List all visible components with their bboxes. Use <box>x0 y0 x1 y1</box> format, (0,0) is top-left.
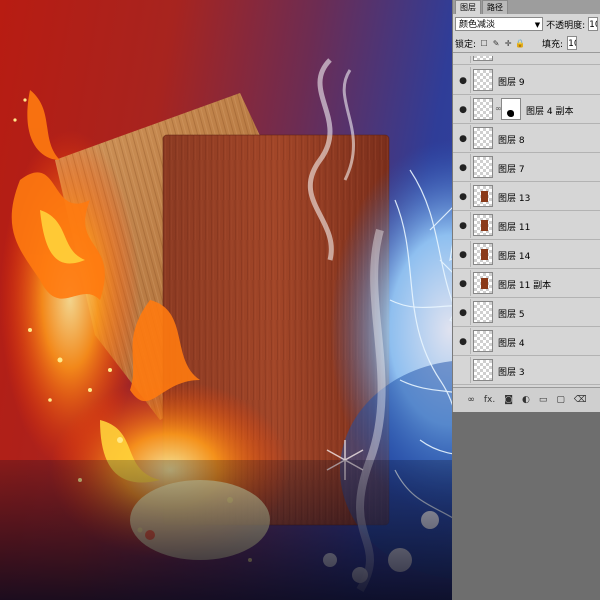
layer-thumbnail <box>473 98 493 120</box>
layer-row[interactable]: ● 图层 11 副本 <box>453 269 600 298</box>
layer-row-partial[interactable] <box>453 56 600 65</box>
eye-icon: ● <box>459 279 467 289</box>
blend-row: 颜色减淡 ▼ 不透明度: 10 <box>453 14 600 34</box>
panel-tabs: 图层 路径 <box>453 0 600 14</box>
eye-icon: ● <box>459 105 467 115</box>
eye-icon: ● <box>459 163 467 173</box>
layer-row[interactable]: ● 图层 8 <box>453 124 600 153</box>
visibility-toggle[interactable]: ● <box>454 241 471 267</box>
layer-name: 图层 11 <box>498 223 531 233</box>
visibility-toggle[interactable]: ● <box>454 270 471 296</box>
layers-list: ● 图层 9 ● ∞ 图层 4 副本 ● 图层 8 ● 图层 7 ● 图层 13 ● 图层 11 ● 图层 … <box>453 56 600 388</box>
thumbnail-board-content <box>481 191 488 202</box>
layer-row[interactable]: ● 图层 11 <box>453 211 600 240</box>
eye-icon: ● <box>459 76 467 86</box>
visibility-toggle[interactable]: ● <box>454 67 471 93</box>
layer-row[interactable]: ● 图层 5 <box>453 298 600 327</box>
lock-all-icon[interactable]: 🔒 <box>515 39 525 48</box>
eye-icon: ● <box>459 308 467 318</box>
thumbnail-board-content <box>481 249 488 260</box>
layer-thumbnail <box>473 243 493 265</box>
layer-row[interactable]: ● 图层 7 <box>453 153 600 182</box>
layer-thumbnail <box>473 156 493 178</box>
layer-thumbnail <box>473 272 493 294</box>
opacity-label: 不透明度: <box>546 20 586 31</box>
new-layer-icon[interactable]: ▢ <box>556 395 565 405</box>
layer-row[interactable]: ● ∞ 图层 4 副本 <box>453 95 600 124</box>
layer-row[interactable]: ● 图层 9 <box>453 66 600 95</box>
workspace-background <box>452 412 600 600</box>
layer-name: 图层 4 <box>498 339 525 349</box>
layer-thumbnail <box>473 69 493 91</box>
layer-thumbnail <box>473 56 493 61</box>
layer-name: 图层 4 副本 <box>526 107 574 117</box>
lock-position-icon[interactable]: ✛ <box>504 39 512 48</box>
link-icon[interactable]: ∞ <box>467 395 475 405</box>
lock-image-pixels-icon[interactable]: ✎ <box>492 39 500 48</box>
layer-thumbnail <box>473 330 493 352</box>
layer-mask-thumbnail[interactable] <box>501 98 521 120</box>
layer-name: 图层 8 <box>498 136 525 146</box>
trash-icon[interactable]: ⌫ <box>574 395 587 405</box>
mask-icon[interactable]: ◙ <box>504 395 513 405</box>
layer-row[interactable]: ● 图层 13 <box>453 182 600 211</box>
thumbnail-board-content <box>481 278 488 289</box>
layer-name: 图层 3 <box>498 368 525 378</box>
visibility-toggle[interactable]: ● <box>454 183 471 209</box>
layer-thumbnail <box>473 214 493 236</box>
layer-row[interactable]: ● 图层 4 <box>453 327 600 356</box>
visibility-toggle[interactable]: ● <box>454 357 471 383</box>
layers-bottom-bar: ∞ fx. ◙ ◐ ▭ ▢ ⌫ <box>453 387 600 412</box>
mask-shape <box>507 110 514 117</box>
layer-thumbnail <box>473 301 493 323</box>
lock-row: 锁定: ☐ ✎ ✛ 🔒 填充: 10 <box>453 34 600 53</box>
eye-icon: ● <box>459 192 467 202</box>
layer-name: 图层 5 <box>498 310 525 320</box>
fx-icon[interactable]: fx. <box>484 395 495 405</box>
fill-input[interactable]: 10 <box>567 36 578 50</box>
visibility-toggle[interactable]: ● <box>454 125 471 151</box>
layer-name: 图层 9 <box>498 78 525 88</box>
visibility-toggle[interactable]: ● <box>454 212 471 238</box>
layers-panel: 图层 路径 颜色减淡 ▼ 不透明度: 10 锁定: ☐ ✎ ✛ 🔒 填充: 10… <box>452 0 600 412</box>
eye-icon: ● <box>457 366 469 376</box>
visibility-toggle[interactable]: ● <box>454 96 471 122</box>
blend-mode-select[interactable]: 颜色减淡 ▼ <box>455 17 544 31</box>
opacity-input[interactable]: 10 <box>588 17 598 31</box>
layer-name: 图层 11 副本 <box>498 281 552 291</box>
layer-thumbnail <box>473 127 493 149</box>
layer-name: 图层 7 <box>498 165 525 175</box>
chevron-down-icon: ▼ <box>534 21 541 29</box>
layer-row[interactable]: ● 图层 3 <box>453 356 600 385</box>
visibility-toggle[interactable]: ● <box>454 328 471 354</box>
thumbnail-board-content <box>481 220 488 231</box>
eye-icon: ● <box>459 134 467 144</box>
layer-name: 图层 13 <box>498 194 531 204</box>
folder-icon[interactable]: ▭ <box>539 395 548 405</box>
tab-layers[interactable]: 图层 <box>455 0 481 14</box>
layer-thumbnail <box>473 185 493 207</box>
visibility-toggle[interactable]: ● <box>454 299 471 325</box>
lock-label: 锁定: <box>455 39 477 50</box>
layer-thumbnail <box>473 359 493 381</box>
fill-label: 填充: <box>542 39 564 50</box>
layer-name: 图层 14 <box>498 252 531 262</box>
eye-icon: ● <box>459 337 467 347</box>
blend-mode-value: 颜色减淡 <box>459 20 496 30</box>
eye-icon: ● <box>459 250 467 260</box>
tab-paths[interactable]: 路径 <box>482 0 508 14</box>
adjustment-icon[interactable]: ◐ <box>522 395 530 405</box>
lock-transparent-pixels-icon[interactable]: ☐ <box>480 39 488 48</box>
layer-row[interactable]: ● 图层 14 <box>453 240 600 269</box>
visibility-toggle[interactable]: ● <box>454 154 471 180</box>
eye-icon: ● <box>459 221 467 231</box>
